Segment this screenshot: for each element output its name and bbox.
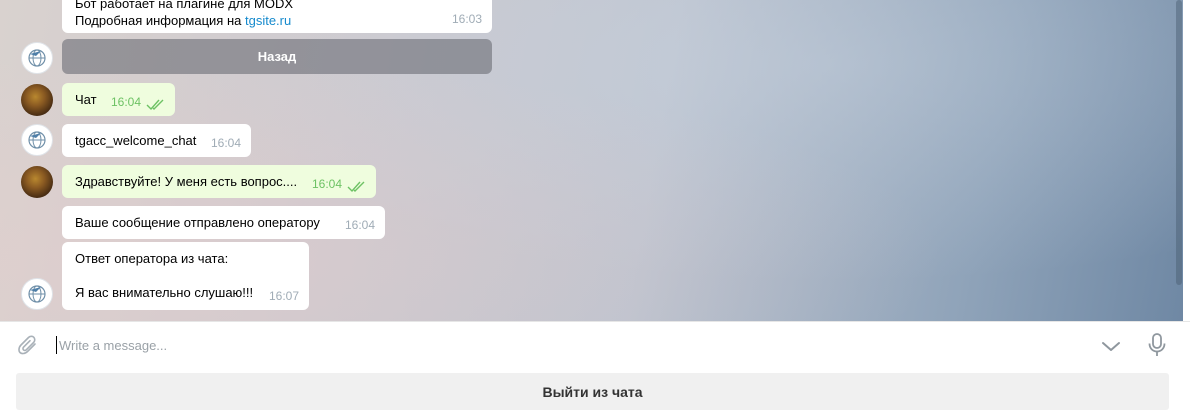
message-text: Подробная информация на tgsite.ru bbox=[75, 13, 292, 28]
bot-keyboard: Выйти из чата bbox=[0, 367, 1190, 416]
user-avatar[interactable] bbox=[21, 166, 53, 198]
user-message: Чат 16:04 bbox=[62, 83, 175, 116]
chevron-down-icon[interactable] bbox=[1100, 335, 1122, 357]
leave-chat-button[interactable]: Выйти из чата bbox=[16, 373, 1169, 410]
message-time: 16:04 bbox=[110, 95, 141, 109]
message-input[interactable] bbox=[59, 334, 1079, 356]
back-button[interactable]: Назад bbox=[62, 39, 492, 74]
message-time: 16:04 bbox=[210, 136, 241, 150]
message-time: 16:03 bbox=[451, 12, 482, 26]
message-history[interactable]: Бот работает на плагине для MODX Подробн… bbox=[0, 0, 1183, 321]
message-text: Ответ оператора из чата: bbox=[75, 251, 229, 266]
message-time: 16:04 bbox=[344, 218, 375, 232]
globe-logo-icon bbox=[28, 49, 46, 67]
bot-message: Ваше сообщение отправлено оператору 16:0… bbox=[62, 206, 385, 239]
message-time: 16:07 bbox=[268, 289, 299, 303]
globe-logo-icon bbox=[28, 131, 46, 149]
bot-message: Бот работает на плагине для MODX Подробн… bbox=[62, 0, 492, 33]
bot-message: tgacc_welcome_chat 16:04 bbox=[62, 124, 251, 157]
message-text: Чат bbox=[75, 92, 97, 107]
paperclip-icon[interactable] bbox=[16, 333, 40, 357]
scrollbar[interactable] bbox=[1176, 0, 1182, 285]
tgsite-link[interactable]: tgsite.ru bbox=[245, 13, 291, 28]
globe-logo-icon bbox=[28, 285, 46, 303]
message-text: Ваше сообщение отправлено оператору bbox=[75, 215, 320, 230]
message-text: Бот работает на плагине для MODX bbox=[75, 0, 294, 11]
double-check-icon bbox=[347, 181, 365, 193]
user-message: Здравствуйте! У меня есть вопрос.... 16:… bbox=[62, 165, 376, 198]
user-avatar[interactable] bbox=[21, 84, 53, 116]
message-composer bbox=[0, 321, 1190, 367]
chat-window: Бот работает на плагине для MODX Подробн… bbox=[0, 0, 1190, 416]
message-text: Я вас внимательно слушаю!!! bbox=[75, 285, 254, 300]
double-check-icon bbox=[146, 99, 164, 111]
text-caret bbox=[56, 336, 57, 354]
message-text: Здравствуйте! У меня есть вопрос.... bbox=[75, 174, 298, 189]
bot-avatar[interactable] bbox=[21, 124, 53, 156]
bot-avatar[interactable] bbox=[21, 278, 53, 310]
message-time: 16:04 bbox=[311, 177, 342, 191]
bot-message: Ответ оператора из чата: Я вас вниматель… bbox=[62, 242, 309, 310]
microphone-icon[interactable] bbox=[1146, 332, 1168, 358]
bot-avatar[interactable] bbox=[21, 42, 53, 74]
message-text: tgacc_welcome_chat bbox=[75, 133, 197, 148]
